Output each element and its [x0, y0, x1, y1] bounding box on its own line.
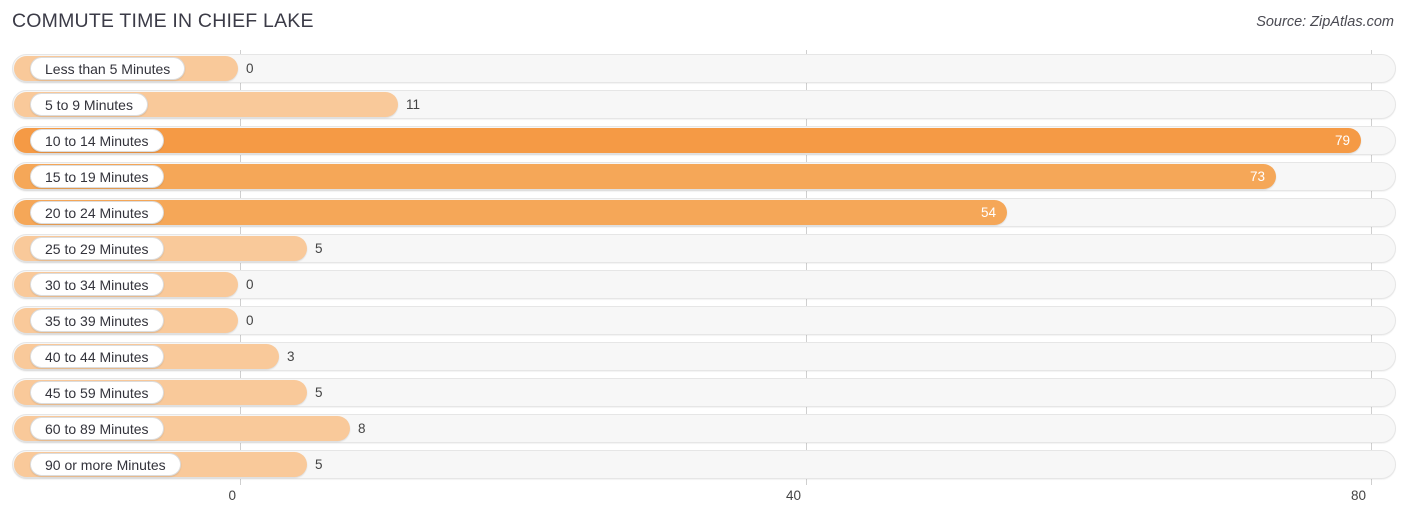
- bar-rows: 0 Less than 5 Minutes 11 5 to 9 Minutes 79 10…: [0, 50, 1406, 485]
- x-tick-label: 40: [785, 488, 801, 503]
- bar-value-label: 54: [980, 205, 996, 220]
- category-label[interactable]: 25 to 29 Minutes: [30, 237, 164, 260]
- bar-value-label: 0: [246, 61, 254, 76]
- bar-row[interactable]: 5 90 or more Minutes: [12, 450, 1396, 479]
- bar-value-label: 5: [315, 457, 323, 472]
- bar-row[interactable]: 79 10 to 14 Minutes: [12, 126, 1396, 155]
- bar-value-label: 3: [287, 349, 295, 364]
- category-label[interactable]: Less than 5 Minutes: [30, 57, 186, 80]
- category-label[interactable]: 20 to 24 Minutes: [30, 201, 164, 224]
- bar-value-label: 5: [315, 385, 323, 400]
- bar-row[interactable]: 73 15 to 19 Minutes: [12, 162, 1396, 191]
- bar-row[interactable]: 0 35 to 39 Minutes: [12, 306, 1396, 335]
- bar-value-label: 0: [246, 277, 254, 292]
- bar-value-label: 5: [315, 241, 323, 256]
- category-label[interactable]: 30 to 34 Minutes: [30, 273, 164, 296]
- category-label[interactable]: 5 to 9 Minutes: [30, 93, 148, 116]
- bar-row[interactable]: 0 Less than 5 Minutes: [12, 54, 1396, 83]
- bar-value-label: 73: [1249, 169, 1265, 184]
- chart-page: COMMUTE TIME IN CHIEF LAKE Source: ZipAt…: [0, 0, 1406, 523]
- bar-row[interactable]: 54 20 to 24 Minutes: [12, 198, 1396, 227]
- x-axis: 0 40 80: [0, 485, 1406, 523]
- bar-row[interactable]: 8 60 to 89 Minutes: [12, 414, 1396, 443]
- source-attribution: Source: ZipAtlas.com: [1256, 14, 1394, 30]
- category-label[interactable]: 60 to 89 Minutes: [30, 417, 164, 440]
- bar-row[interactable]: 5 25 to 29 Minutes: [12, 234, 1396, 263]
- bar-value-label: 0: [246, 313, 254, 328]
- bar-row[interactable]: 3 40 to 44 Minutes: [12, 342, 1396, 371]
- bar-row[interactable]: 0 30 to 34 Minutes: [12, 270, 1396, 299]
- category-label[interactable]: 90 or more Minutes: [30, 453, 181, 476]
- bar-value-label: 79: [1334, 133, 1350, 148]
- value-bar[interactable]: 79: [14, 128, 1361, 153]
- bar-value-label: 11: [406, 97, 421, 112]
- category-label[interactable]: 45 to 59 Minutes: [30, 381, 164, 404]
- bar-row[interactable]: 5 45 to 59 Minutes: [12, 378, 1396, 407]
- category-label[interactable]: 15 to 19 Minutes: [30, 165, 164, 188]
- value-bar[interactable]: 73: [14, 164, 1276, 189]
- plot-area: 0 Less than 5 Minutes 11 5 to 9 Minutes 79 10…: [0, 50, 1406, 485]
- bar-value-label: 8: [358, 421, 366, 436]
- x-tick-label: 80: [1350, 488, 1366, 503]
- x-tick-label: 0: [228, 488, 236, 503]
- category-label[interactable]: 40 to 44 Minutes: [30, 345, 164, 368]
- category-label[interactable]: 10 to 14 Minutes: [30, 129, 164, 152]
- bar-row[interactable]: 11 5 to 9 Minutes: [12, 90, 1396, 119]
- page-title: COMMUTE TIME IN CHIEF LAKE: [12, 10, 314, 32]
- category-label[interactable]: 35 to 39 Minutes: [30, 309, 164, 332]
